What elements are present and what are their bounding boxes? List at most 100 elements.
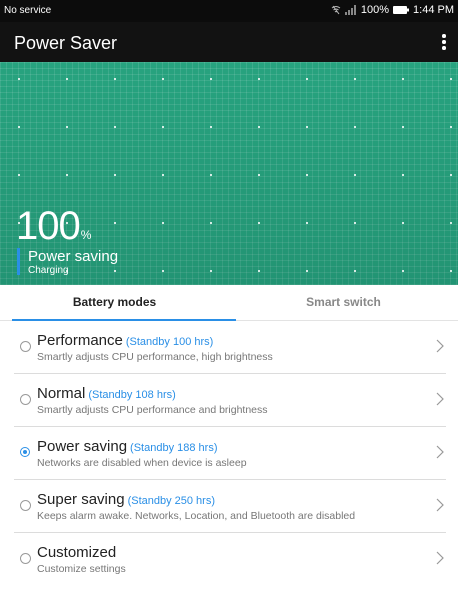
- mode-title-line: Power saving (Standby 188 hrs): [37, 438, 217, 455]
- grid-dot: [450, 270, 452, 272]
- grid-dot: [114, 222, 116, 224]
- grid-dot: [258, 78, 260, 80]
- grid-dot: [210, 270, 212, 272]
- battery-level-value: 100: [16, 204, 81, 248]
- grid-dot: [114, 126, 116, 128]
- grid-dot: [114, 78, 116, 80]
- radio-button[interactable]: [20, 394, 31, 405]
- battery-mode-list: Performance (Standby 100 hrs) Smartly adj…: [0, 321, 458, 585]
- grid-dot: [66, 126, 68, 128]
- grid-dot: [162, 222, 164, 224]
- signal-icon: [344, 5, 356, 15]
- grid-dot: [114, 270, 116, 272]
- grid-dot: [18, 174, 20, 176]
- grid-dot: [162, 78, 164, 80]
- grid-dot: [306, 222, 308, 224]
- mode-row-super-saving[interactable]: Super saving (Standby 250 hrs) Keeps alar…: [14, 480, 446, 533]
- battery-percent: 100%: [360, 4, 390, 16]
- grid-dot: [210, 126, 212, 128]
- grid-dot: [450, 126, 452, 128]
- mode-title: Super saving: [37, 491, 125, 508]
- standby-hours: (Standby 108 hrs): [88, 389, 176, 401]
- mode-title-line: Super saving (Standby 250 hrs): [37, 491, 215, 508]
- mode-title-line: Customized: [37, 544, 116, 561]
- grid-dot: [450, 78, 452, 80]
- mode-description: Networks are disabled when device is asl…: [37, 457, 247, 469]
- radio-button-selected[interactable]: [20, 447, 30, 457]
- grid-dot: [354, 222, 356, 224]
- more-vert-icon[interactable]: [436, 30, 452, 54]
- status-bar: No service 100% 1:44 PM: [0, 0, 458, 22]
- mode-row-customized[interactable]: Customized Customize settings: [14, 533, 446, 585]
- radio-button[interactable]: [20, 553, 31, 564]
- grid-dot: [306, 78, 308, 80]
- radio-button[interactable]: [20, 500, 31, 511]
- grid-dot: [402, 270, 404, 272]
- grid-dot: [210, 78, 212, 80]
- grid-dot: [450, 174, 452, 176]
- mode-description: Smartly adjusts CPU performance and brig…: [37, 404, 268, 416]
- wifi-off-icon: [331, 5, 341, 15]
- grid-dot: [210, 174, 212, 176]
- grid-dot: [354, 78, 356, 80]
- mode-title-line: Normal (Standby 108 hrs): [37, 385, 176, 402]
- mode-row-power-saving[interactable]: Power saving (Standby 188 hrs) Networks a…: [14, 427, 446, 480]
- tab-smart-switch[interactable]: Smart switch: [229, 285, 458, 320]
- grid-dot: [258, 126, 260, 128]
- mode-title: Normal: [37, 385, 86, 402]
- mode-description: Customize settings: [37, 563, 126, 575]
- clock: 1:44 PM: [413, 4, 454, 16]
- standby-hours: (Standby 250 hrs): [127, 495, 215, 507]
- mode-tabs: Battery modes Smart switch: [0, 285, 458, 321]
- grid-dot: [402, 126, 404, 128]
- chevron-right-icon: [436, 498, 444, 512]
- carrier-label: No service: [4, 5, 52, 16]
- standby-hours: (Standby 188 hrs): [130, 442, 218, 454]
- current-mode-label: Power saving: [28, 248, 119, 265]
- grid-dot: [402, 222, 404, 224]
- grid-dot: [402, 78, 404, 80]
- grid-dot: [402, 174, 404, 176]
- grid-dot: [354, 270, 356, 272]
- tab-battery-modes[interactable]: Battery modes: [0, 285, 229, 320]
- battery-icon: [393, 6, 410, 14]
- standby-hours: (Standby 100 hrs): [125, 336, 214, 348]
- chevron-right-icon: [436, 551, 444, 565]
- grid-dot: [66, 78, 68, 80]
- grid-dot: [258, 270, 260, 272]
- page-title: Power Saver: [14, 33, 118, 53]
- grid-dot: [306, 270, 308, 272]
- mode-title: Customized: [37, 544, 117, 561]
- grid-dot: [354, 126, 356, 128]
- grid-dot: [210, 222, 212, 224]
- grid-dot: [162, 270, 164, 272]
- grid-dot: [114, 174, 116, 176]
- grid-dot: [162, 174, 164, 176]
- mode-description: Keeps alarm awake. Networks, Location, a…: [37, 510, 356, 522]
- mode-row-normal[interactable]: Normal (Standby 108 hrs) Smartly adjusts …: [14, 374, 446, 427]
- grid-dot: [18, 78, 20, 80]
- grid-dot: [306, 126, 308, 128]
- grid-dot: [66, 174, 68, 176]
- chevron-right-icon: [436, 392, 444, 406]
- grid-dot: [18, 126, 20, 128]
- battery-level-unit: %: [80, 228, 92, 242]
- radio-button[interactable]: [20, 341, 31, 352]
- battery-status-panel: 100% Power saving Charging: [0, 62, 458, 285]
- grid-dot: [450, 222, 452, 224]
- mode-title: Performance: [37, 332, 123, 349]
- mode-row-performance[interactable]: Performance (Standby 100 hrs) Smartly adj…: [14, 321, 446, 374]
- mode-title-line: Performance (Standby 100 hrs): [37, 332, 213, 349]
- mode-title: Power saving: [37, 438, 128, 455]
- grid-dot: [258, 222, 260, 224]
- grid-dot: [162, 126, 164, 128]
- grid-dot: [258, 174, 260, 176]
- grid-dot: [306, 174, 308, 176]
- mode-indicator-bar: [17, 248, 20, 275]
- app-bar: Power Saver: [0, 22, 458, 62]
- grid-dot: [354, 174, 356, 176]
- battery-level: 100%: [16, 204, 91, 249]
- chevron-right-icon: [436, 339, 444, 353]
- charging-status: Charging: [28, 265, 69, 276]
- chevron-right-icon: [436, 445, 444, 459]
